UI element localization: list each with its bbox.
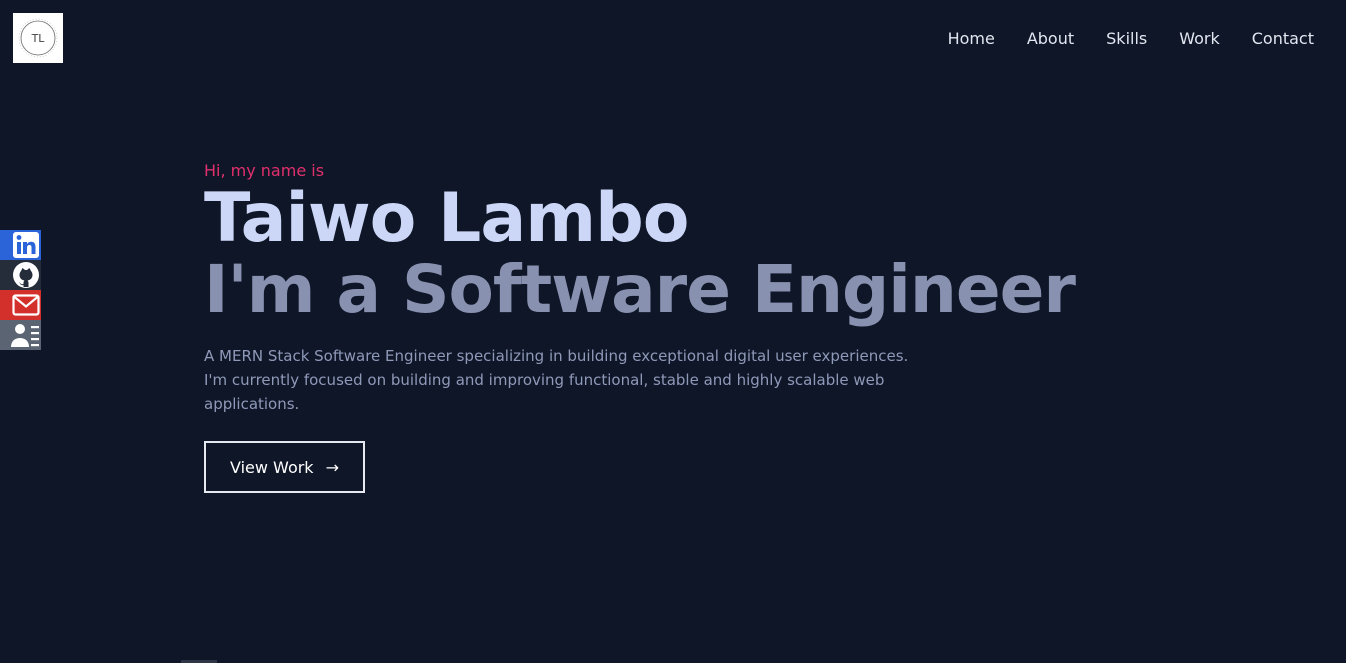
nav-home[interactable]: Home xyxy=(932,26,1011,52)
main-nav: Home About Skills Work Contact xyxy=(932,26,1314,52)
github-link[interactable] xyxy=(0,260,41,290)
hero-description: A MERN Stack Software Engineer specializ… xyxy=(204,347,909,413)
email-link[interactable] xyxy=(0,290,41,320)
hero-role: I'm a Software Engineer xyxy=(204,251,1076,328)
view-work-label: View Work xyxy=(230,457,314,477)
resume-link[interactable] xyxy=(0,320,41,350)
social-sidebar xyxy=(0,230,41,350)
github-icon xyxy=(13,262,39,288)
resume-icon xyxy=(11,324,39,347)
hero-section: Hi, my name is Taiwo Lambo I'm a Softwar… xyxy=(204,160,1104,493)
nav-skills[interactable]: Skills xyxy=(1090,26,1163,52)
tl-monogram-logo: TL xyxy=(18,18,58,58)
page: TL Home About Skills Work Contact Hi, my… xyxy=(0,0,1346,663)
linkedin-icon xyxy=(13,232,39,258)
nav-work[interactable]: Work xyxy=(1163,26,1236,52)
linkedin-link[interactable] xyxy=(0,230,41,260)
nav-about[interactable]: About xyxy=(1011,26,1090,52)
svg-text:TL: TL xyxy=(31,32,46,45)
mail-icon xyxy=(12,294,40,316)
arrow-right-icon: → xyxy=(325,457,339,477)
view-work-button[interactable]: View Work → xyxy=(204,441,365,493)
site-logo[interactable]: TL xyxy=(13,13,63,63)
nav-contact[interactable]: Contact xyxy=(1236,26,1314,52)
hero-name: Taiwo Lambo xyxy=(204,179,690,258)
